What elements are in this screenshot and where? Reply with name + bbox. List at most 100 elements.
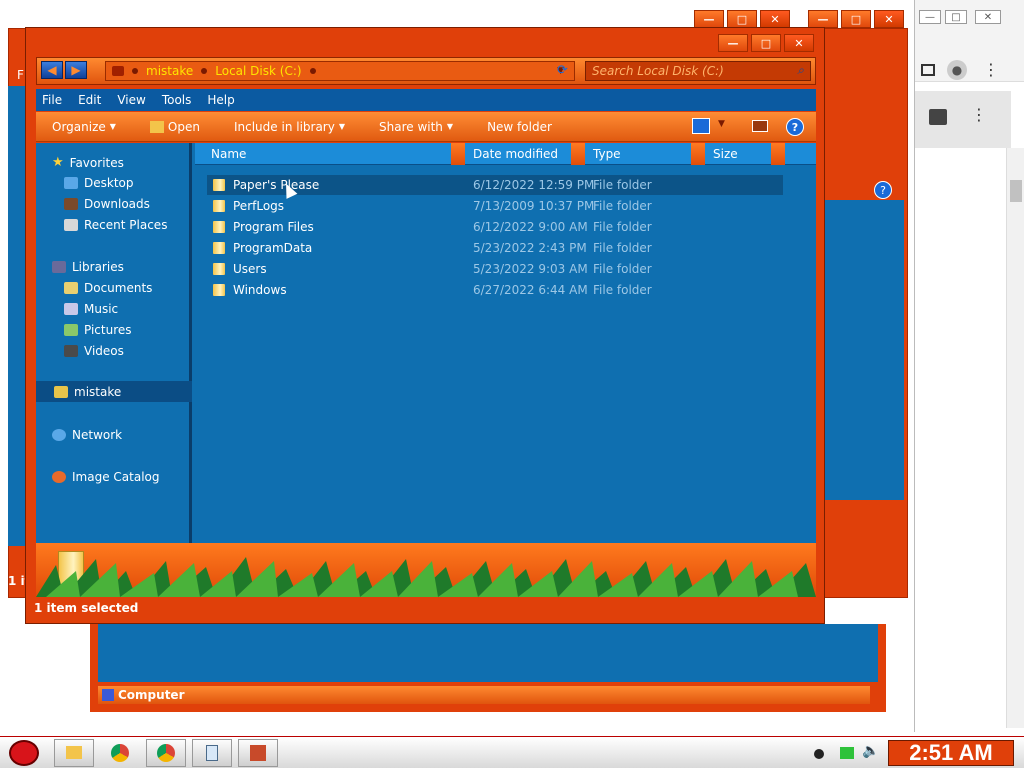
maximize-button[interactable]: □	[751, 34, 781, 52]
file-row[interactable]: ProgramData 5/23/2022 2:43 PM File folde…	[207, 238, 783, 258]
nav-label: Network	[72, 428, 123, 442]
file-row[interactable]: Users 5/23/2022 9:03 AM File folder	[207, 259, 783, 279]
search-icon[interactable]: ⌕	[797, 63, 804, 78]
column-divider[interactable]	[771, 143, 785, 165]
nav-recent-places[interactable]: Recent Places	[64, 218, 167, 232]
new-folder-button[interactable]: New folder	[487, 120, 552, 134]
app-icon	[250, 744, 266, 761]
tray-network-icon[interactable]	[840, 747, 854, 759]
nav-music[interactable]: Music	[64, 302, 118, 316]
menu-edit[interactable]: Edit	[78, 93, 101, 107]
column-header-date[interactable]: Date modified	[465, 143, 571, 165]
background-window-back-content	[8, 86, 26, 546]
maximize-button[interactable]: □	[841, 10, 871, 28]
chrome-scrollbar[interactable]	[1006, 148, 1024, 728]
column-divider[interactable]	[451, 143, 465, 165]
nav-videos[interactable]: Videos	[64, 344, 124, 358]
taskbar-clock[interactable]: 2:51 AM	[888, 740, 1014, 766]
sidebar-icon[interactable]	[921, 64, 935, 76]
breadcrumb-item[interactable]: mistake	[146, 64, 193, 78]
menu-view[interactable]: View	[117, 93, 145, 107]
folder-icon	[213, 200, 225, 212]
separator-icon	[201, 68, 208, 74]
taskbar-document-button[interactable]	[192, 738, 232, 767]
nav-homegroup[interactable]: mistake	[36, 381, 192, 402]
search-placeholder: Search Local Disk (C:)	[592, 64, 724, 78]
close-button[interactable]: ✕	[784, 34, 814, 52]
nav-pictures[interactable]: Pictures	[64, 323, 132, 337]
taskbar-app-button[interactable]	[238, 738, 278, 767]
maximize-button[interactable]: □	[727, 10, 757, 28]
more-options-icon[interactable]: ⋮	[971, 105, 987, 124]
file-name: ProgramData	[233, 241, 313, 255]
refresh-icon[interactable]: ⟳	[557, 63, 573, 79]
menu-dots-icon[interactable]: ⋮	[983, 60, 999, 79]
column-divider[interactable]	[571, 143, 585, 165]
help-icon[interactable]: ?	[786, 118, 804, 136]
downloads-icon	[64, 198, 78, 210]
file-date: 6/27/2022 6:44 AM	[473, 283, 588, 297]
folder-icon	[213, 179, 225, 191]
close-button[interactable]: ✕	[975, 10, 1001, 24]
column-header-name[interactable]: Name	[203, 143, 453, 165]
back-button[interactable]: ◀	[41, 61, 63, 79]
nav-network[interactable]: Network	[52, 428, 122, 442]
column-header-type[interactable]: Type	[585, 143, 691, 165]
file-row[interactable]: PerfLogs 7/13/2009 10:37 PM File folder	[207, 196, 783, 216]
nav-documents[interactable]: Documents	[64, 281, 152, 295]
nav-favorites[interactable]: ★ Favorites	[52, 155, 124, 170]
profile-icon[interactable]: ●	[947, 60, 967, 80]
breadcrumb[interactable]: mistake Local Disk (C:) ▼	[105, 61, 575, 81]
nav-libraries[interactable]: Libraries	[52, 260, 124, 274]
background-window-controls-2: — □ ✕	[808, 10, 904, 28]
explorer-titlebar[interactable]: — □ ✕	[26, 28, 824, 56]
tray-volume-icon[interactable]: 🔈	[862, 743, 879, 759]
column-headers: Name Date modified Type Size	[195, 143, 816, 165]
nav-desktop[interactable]: Desktop	[64, 176, 134, 190]
computer-icon	[112, 66, 124, 76]
taskbar-explorer-button[interactable]	[54, 738, 94, 767]
tray-record-icon[interactable]	[814, 749, 824, 759]
include-in-library-button[interactable]: Include in library ▼	[234, 120, 345, 134]
nav-label: Recent Places	[84, 218, 168, 232]
file-type: File folder	[593, 241, 652, 255]
share-with-button[interactable]: Share with ▼	[379, 120, 453, 134]
menu-help[interactable]: Help	[207, 93, 234, 107]
column-divider[interactable]	[691, 143, 705, 165]
nav-image-catalog[interactable]: Image Catalog	[52, 470, 159, 484]
chrome-print-bar: ⋮	[915, 91, 1011, 148]
search-input[interactable]: Search Local Disk (C:) ⌕	[585, 61, 811, 81]
chevron-down-icon: ▼	[338, 122, 345, 131]
print-icon[interactable]	[929, 109, 947, 125]
scrollbar-thumb[interactable]	[1010, 180, 1022, 202]
chevron-down-icon[interactable]: ▼	[718, 119, 725, 129]
menu-tools[interactable]: Tools	[162, 93, 192, 107]
minimize-button[interactable]: —	[694, 10, 724, 28]
organize-button[interactable]: Organize ▼	[52, 120, 116, 134]
view-options-icon[interactable]	[692, 118, 710, 134]
close-button[interactable]: ✕	[874, 10, 904, 28]
forward-button[interactable]: ▶	[65, 61, 87, 79]
column-header-size[interactable]: Size	[705, 143, 781, 165]
maximize-button[interactable]: □	[945, 10, 967, 24]
breadcrumb-item[interactable]: Local Disk (C:)	[215, 64, 301, 78]
minimize-button[interactable]: —	[808, 10, 838, 28]
background-help-icon[interactable]: ?	[874, 181, 892, 199]
minimize-button[interactable]: —	[919, 10, 941, 24]
start-button[interactable]	[0, 737, 48, 768]
minimize-button[interactable]: —	[718, 34, 748, 52]
file-type: File folder	[593, 262, 652, 276]
grass-decoration	[36, 557, 816, 597]
menu-file[interactable]: File	[42, 93, 62, 107]
file-row[interactable]: Windows 6/27/2022 6:44 AM File folder	[207, 280, 783, 300]
preview-pane-icon[interactable]	[752, 120, 768, 132]
file-row[interactable]: Program Files 6/12/2022 9:00 AM File fol…	[207, 217, 783, 237]
folder-open-icon	[149, 120, 164, 133]
file-list-pane: Name Date modified Type Size Paper's Ple…	[195, 143, 816, 543]
nav-downloads[interactable]: Downloads	[64, 197, 150, 211]
close-button[interactable]: ✕	[760, 10, 790, 28]
homegroup-icon	[54, 385, 68, 398]
taskbar-chrome-button[interactable]	[100, 739, 140, 767]
taskbar-chrome-active-button[interactable]	[146, 738, 186, 767]
open-button[interactable]: Open	[149, 120, 200, 134]
